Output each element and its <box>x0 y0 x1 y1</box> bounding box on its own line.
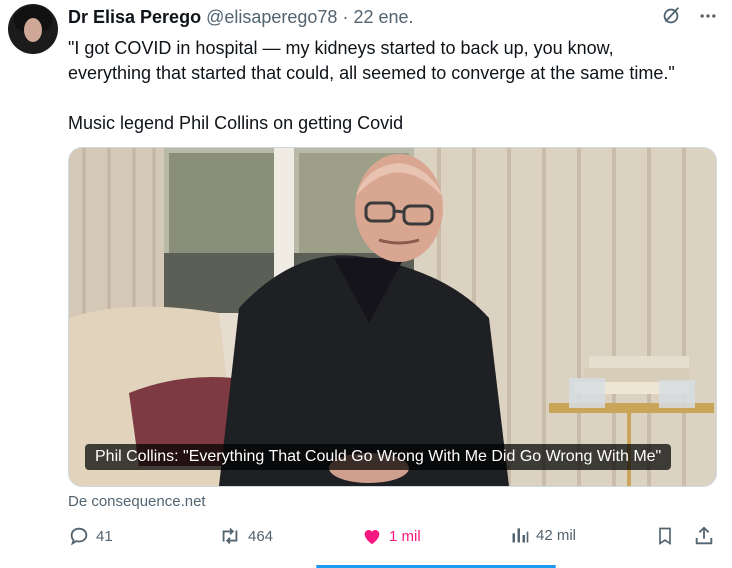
tweet-date[interactable]: 22 ene. <box>353 7 413 27</box>
bookmark-button[interactable] <box>655 525 675 547</box>
retweet-count: 464 <box>248 527 274 545</box>
tweet-header: Dr Elisa Perego @elisaperego78 · 22 ene. <box>68 7 414 28</box>
reply-button[interactable]: 41 <box>68 525 113 547</box>
tweet-text-line <box>68 86 718 111</box>
author-handle[interactable]: @elisaperego78 <box>206 7 337 27</box>
tweet-text: "I got COVID in hospital — my kidneys st… <box>68 36 718 136</box>
bookmark-icon <box>655 525 675 547</box>
retweet-button[interactable]: 464 <box>218 525 273 547</box>
share-button[interactable] <box>693 525 715 547</box>
share-icon <box>693 525 715 547</box>
views-count: 42 mil <box>536 526 577 544</box>
avatar-face <box>24 18 42 42</box>
tweet-text-line: "I got COVID in hospital — my kidneys st… <box>68 38 614 58</box>
author-name[interactable]: Dr Elisa Perego <box>68 7 201 27</box>
link-card[interactable]: Phil Collins: "Everything That Could Go … <box>68 147 717 487</box>
tweet-actions: 41 464 1 mil 42 mil <box>68 525 718 555</box>
heart-icon <box>361 525 383 547</box>
like-count: 1 mil <box>389 527 421 545</box>
views-button[interactable]: 42 mil <box>510 525 576 545</box>
retweet-icon <box>218 525 242 547</box>
grok-icon[interactable] <box>660 5 682 27</box>
card-caption: Phil Collins: "Everything That Could Go … <box>85 444 672 470</box>
tweet-top-actions <box>660 5 718 27</box>
header-separator: · <box>342 7 349 27</box>
tweet-text-line: Music legend Phil Collins on getting Cov… <box>68 113 404 133</box>
avatar[interactable] <box>8 4 58 54</box>
card-source[interactable]: De consequence.net <box>68 493 206 510</box>
card-image <box>69 148 716 486</box>
reply-count: 41 <box>96 527 113 545</box>
reply-icon <box>68 525 90 547</box>
views-icon <box>510 525 530 545</box>
more-icon[interactable] <box>698 6 718 26</box>
like-button[interactable]: 1 mil <box>361 525 421 547</box>
tweet-text-line: everything that started that could, all … <box>68 63 675 83</box>
